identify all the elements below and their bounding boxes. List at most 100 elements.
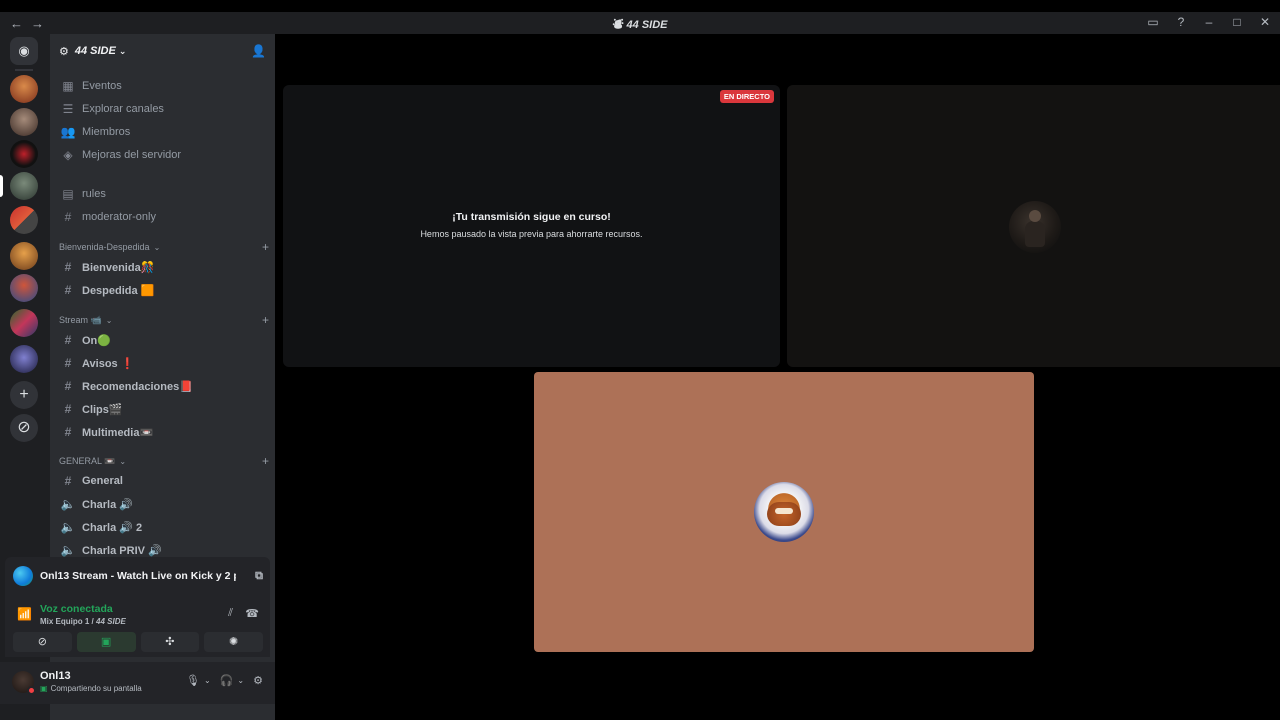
category-general[interactable]: GENERAL 📼 ⌄ + — [59, 454, 269, 468]
channel-rules[interactable]: ▤ rules — [58, 183, 268, 205]
paused-preview-headline: ¡Tu transmisión sigue en curso! — [452, 211, 611, 223]
category-label: Bienvenida-Despedida — [59, 242, 150, 252]
participant-tile[interactable] — [787, 85, 1280, 367]
server-avatar-7[interactable] — [10, 274, 38, 302]
link-label: Eventos — [82, 80, 122, 92]
invite-people-icon[interactable]: 👤 — [251, 44, 266, 58]
add-server-icon[interactable]: + — [10, 381, 38, 409]
chevron-down-icon[interactable]: ⌄ — [204, 676, 211, 685]
channel-bienvenida[interactable]: # Bienvenida🎊 — [58, 256, 268, 278]
link-label: Explorar canales — [82, 103, 164, 115]
activity-text: Onl13 Stream - Watch Live on Kick y 2 pá… — [40, 570, 236, 582]
window-title: ⛇ 44 SIDE — [0, 16, 1280, 32]
speaker-icon: 🔈 — [60, 543, 76, 557]
link-label: Mejoras del servidor — [82, 149, 182, 161]
screen-popout-icon[interactable]: ⧉ — [255, 570, 263, 583]
screen-share-status-icon: ▣ — [40, 684, 48, 693]
voice-channel-charla-2[interactable]: 🔈 Charla 🔊 2 — [58, 516, 268, 538]
avatar-eyes — [775, 508, 793, 514]
create-channel-icon[interactable]: + — [262, 454, 269, 468]
browser-icon — [13, 566, 33, 586]
selected-server-indicator — [0, 175, 3, 197]
camera-off-button[interactable]: ⊘ — [13, 632, 72, 652]
channel-label: Charla 🔊 — [82, 498, 133, 511]
link-events[interactable]: ▦ Eventos — [58, 75, 268, 97]
server-header[interactable]: ⚙ 44 SIDE ⌄ 👤 — [50, 34, 275, 68]
boost-icon: ◈ — [63, 148, 73, 162]
username[interactable]: Onl13 — [40, 670, 71, 682]
user-avatar[interactable] — [12, 671, 36, 695]
participant-avatar-astronaut — [754, 482, 814, 542]
explore-servers-icon[interactable]: ⊘ — [10, 414, 38, 442]
link-browse-channels[interactable]: ☰ Explorar canales — [58, 98, 268, 120]
activity-row[interactable]: Onl13 Stream - Watch Live on Kick y 2 pá… — [13, 565, 263, 587]
server-glyph-icon: ⛇ — [612, 19, 627, 31]
window-titlebar: ← → ⛇ 44 SIDE ▭ ? – □ ✕ — [0, 0, 1280, 34]
close-icon[interactable]: ✕ — [1258, 15, 1272, 29]
server-emblem-icon: ⚙ — [59, 45, 69, 58]
channel-recomendaciones[interactable]: # Recomendaciones📕 — [58, 375, 268, 397]
rules-icon: ▤ — [62, 187, 74, 201]
channel-multimedia[interactable]: # Multimedia📼 — [58, 421, 268, 443]
settings-gear-icon[interactable]: ⚙ — [253, 674, 263, 687]
server-avatar-9[interactable] — [10, 345, 38, 373]
server-avatar-3[interactable] — [10, 140, 38, 168]
chevron-down-icon: ⌄ — [153, 242, 161, 252]
avatar-body — [1025, 221, 1045, 247]
channel-avisos[interactable]: # Avisos ❗ — [58, 352, 268, 374]
inbox-icon[interactable]: ▭ — [1146, 15, 1160, 29]
channel-on[interactable]: # On🟢 — [58, 329, 268, 351]
link-members[interactable]: 👥 Miembros — [58, 121, 268, 143]
participant-tile-focused[interactable] — [534, 372, 1034, 652]
channel-clips[interactable]: # Clips🎬 — [58, 398, 268, 420]
category-label: Stream 📹 — [59, 314, 102, 325]
server-avatar-6[interactable] — [10, 242, 38, 270]
voice-status-title[interactable]: Voz conectada — [40, 603, 113, 615]
own-stream-tile[interactable]: EN DIRECTO ¡Tu transmisión sigue en curs… — [283, 85, 780, 367]
screen-share-button[interactable]: ▣ — [76, 632, 136, 652]
channel-despedida[interactable]: # Despedida 🟧 — [58, 279, 268, 301]
hash-icon: # — [64, 402, 72, 416]
category-stream[interactable]: Stream 📹 ⌄ + — [59, 313, 269, 327]
voice-channel-path[interactable]: Mix Equipo 1 / 44 SIDE — [40, 617, 126, 626]
noise-suppression-icon[interactable]: ⫽ — [228, 607, 233, 620]
hash-icon: # — [64, 333, 72, 347]
hash-icon: # — [64, 474, 72, 488]
channel-moderator-only[interactable]: # moderator-only — [58, 206, 268, 228]
voice-server-name: 44 SIDE — [96, 617, 126, 626]
calendar-icon: ▦ — [62, 79, 74, 93]
help-icon[interactable]: ? — [1174, 15, 1188, 29]
avatar-head — [1029, 210, 1041, 222]
category-bienvenida-despedida[interactable]: Bienvenida-Despedida ⌄ + — [59, 240, 269, 254]
chevron-down-icon: ⌄ — [118, 45, 127, 56]
create-channel-icon[interactable]: + — [262, 313, 269, 327]
server-avatar-5[interactable] — [10, 206, 38, 234]
chevron-down-icon[interactable]: ⌄ — [237, 676, 244, 685]
discord-home-icon[interactable]: ◉ — [10, 37, 38, 65]
user-status-text: Compartiendo su pantalla — [50, 684, 142, 693]
activities-button[interactable]: ✣ — [140, 632, 200, 652]
disconnect-icon[interactable]: ☎ — [245, 607, 259, 620]
channel-label: Multimedia📼 — [82, 426, 154, 439]
hash-icon: # — [64, 425, 72, 439]
hash-icon: # — [64, 210, 72, 224]
voice-action-buttons: ⊘ ▣ ✣ ✺ — [13, 632, 263, 652]
server-avatar-44side[interactable] — [10, 172, 38, 200]
voice-channel-charla[interactable]: 🔈 Charla 🔊 — [58, 493, 268, 515]
server-avatar-2[interactable] — [10, 108, 38, 136]
microphone-icon[interactable]: 🎙 — [186, 674, 200, 687]
server-name: 44 SIDE — [74, 45, 116, 57]
channel-general[interactable]: # General — [58, 470, 268, 492]
status-dot — [27, 686, 36, 695]
link-server-boost[interactable]: ◈ Mejoras del servidor — [58, 144, 268, 166]
avatar-visor — [767, 502, 801, 526]
speaker-icon: 🔈 — [60, 497, 76, 511]
headphones-icon[interactable]: 🎧 — [220, 674, 234, 687]
create-channel-icon[interactable]: + — [262, 240, 269, 254]
server-folder[interactable] — [10, 309, 38, 337]
server-avatar-1[interactable] — [10, 75, 38, 103]
maximize-icon[interactable]: □ — [1230, 15, 1244, 29]
signal-icon[interactable]: 📶 — [17, 607, 32, 621]
soundboard-button[interactable]: ✺ — [204, 632, 263, 652]
minimize-icon[interactable]: – — [1202, 15, 1216, 29]
